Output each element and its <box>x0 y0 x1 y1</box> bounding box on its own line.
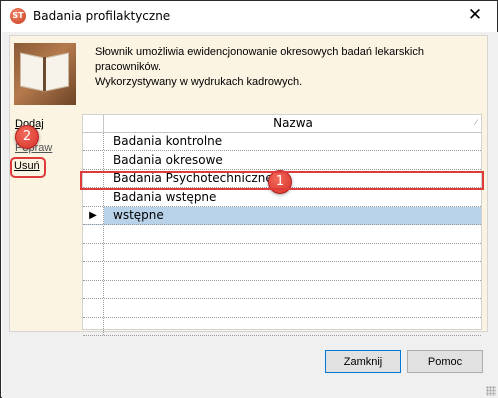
grid-header: Nazwa ∕ <box>83 115 481 133</box>
row-indicator[interactable] <box>83 151 104 169</box>
row-indicator[interactable] <box>83 244 104 261</box>
table-row[interactable]: Badania okresowe <box>83 151 481 170</box>
dictionary-description: Słownik umożliwia ewidencjonowanie okres… <box>95 45 485 90</box>
cell-name[interactable]: Badania okresowe <box>113 152 223 169</box>
row-indicator[interactable] <box>83 281 104 298</box>
window-title: Badania profilaktyczne <box>33 9 171 23</box>
selected-row-highlight <box>80 171 484 190</box>
row-indicator[interactable] <box>83 133 104 150</box>
title-bar[interactable]: ST Badania profilaktyczne ✕ <box>1 1 497 31</box>
table-row[interactable] <box>83 262 481 281</box>
resize-grip-icon[interactable] <box>486 386 496 396</box>
table-row[interactable] <box>83 225 481 244</box>
row-indicator[interactable] <box>83 188 104 206</box>
app-icon: ST <box>10 8 26 24</box>
dictionary-grid[interactable]: Nazwa ∕ Badania kontrolne Badania okresow… <box>82 114 482 336</box>
delete-link-highlight <box>10 157 46 178</box>
table-row[interactable] <box>83 318 481 336</box>
table-row[interactable] <box>83 299 481 318</box>
sort-icon: ∕ <box>475 118 477 127</box>
dictionary-book-icon <box>14 43 76 105</box>
cell-name[interactable]: Badania kontrolne <box>113 133 222 150</box>
row-indicator[interactable] <box>83 299 104 317</box>
dialog-window: ST Badania profilaktyczne ✕ Słownik umoż… <box>0 0 498 398</box>
help-button[interactable]: Pomoc <box>407 350 483 373</box>
description-line-2: Wykorzystywany w wydrukach kadrowych. <box>95 76 303 88</box>
row-indicator[interactable] <box>83 262 104 280</box>
table-row[interactable]: Badania kontrolne <box>83 133 481 151</box>
row-indicator[interactable] <box>83 225 104 243</box>
description-line-1: Słownik umożliwia ewidencjonowanie okres… <box>95 46 424 73</box>
annotation-badge-2: 2 <box>15 125 39 149</box>
cell-name[interactable]: Badania wstępne <box>113 189 216 206</box>
row-indicator[interactable] <box>83 318 104 335</box>
current-row-arrow-icon[interactable]: ▶ <box>83 207 104 224</box>
close-icon[interactable]: ✕ <box>453 1 497 31</box>
table-row[interactable] <box>83 281 481 299</box>
dialog-client-area: Słownik umożliwia ewidencjonowanie okres… <box>2 32 498 398</box>
row-indicator-header <box>83 115 104 132</box>
table-row[interactable] <box>83 244 481 262</box>
table-row-selected[interactable]: ▶ wstępne <box>83 207 481 225</box>
close-button[interactable]: Zamknij <box>325 350 401 373</box>
cell-name[interactable]: wstępne <box>113 207 164 224</box>
column-header-name[interactable]: Nazwa <box>105 115 481 132</box>
